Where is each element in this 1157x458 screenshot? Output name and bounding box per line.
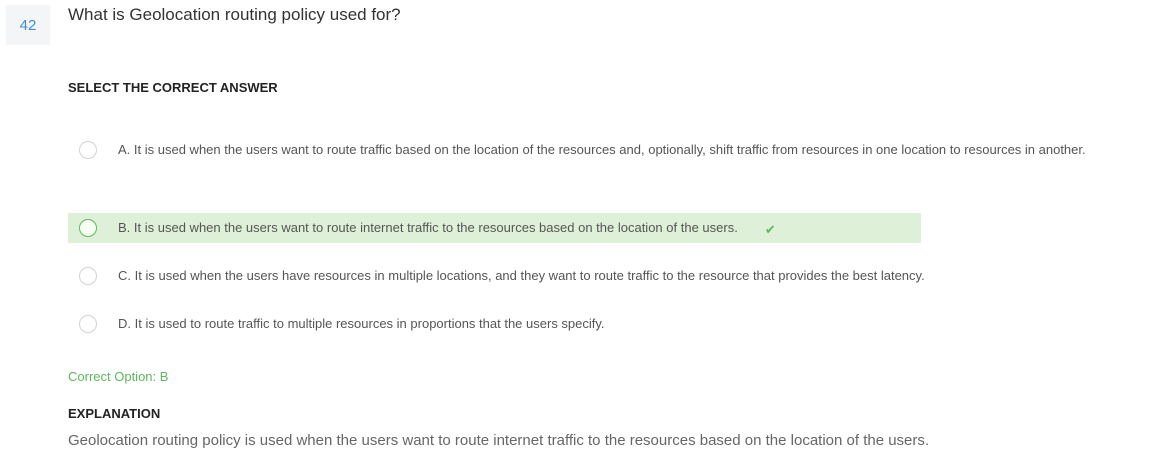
- explanation-title: EXPLANATION: [68, 406, 161, 421]
- option-letter: C.: [118, 268, 131, 283]
- option-letter: D.: [118, 316, 131, 331]
- select-answer-label: SELECT THE CORRECT ANSWER: [68, 80, 278, 95]
- option-text: It is used when the users want to route …: [133, 220, 738, 235]
- option-a[interactable]: A. It is used when the users want to rou…: [68, 135, 1138, 165]
- option-label: B. It is used when the users want to rou…: [118, 213, 738, 243]
- check-icon: ✔: [764, 222, 776, 237]
- option-letter: A.: [118, 142, 131, 157]
- radio-button[interactable]: [79, 141, 97, 159]
- correct-option-text: Correct Option: B: [68, 369, 169, 384]
- explanation-text: Geolocation routing policy is used when …: [68, 432, 930, 449]
- radio-button[interactable]: [79, 219, 97, 237]
- option-c[interactable]: C. It is used when the users have resour…: [68, 261, 925, 291]
- option-letter: B.: [118, 220, 131, 235]
- option-text: It is used when the users want to route …: [133, 142, 1086, 157]
- option-label: C. It is used when the users have resour…: [118, 261, 925, 291]
- option-text: It is used to route traffic to multiple …: [134, 316, 605, 331]
- question-number: 42: [6, 5, 50, 45]
- option-d[interactable]: D. It is used to route traffic to multip…: [68, 309, 605, 339]
- radio-button[interactable]: [79, 315, 97, 333]
- option-text: It is used when the users have resources…: [134, 268, 925, 283]
- question-text: What is Geolocation routing policy used …: [68, 5, 401, 24]
- option-label: D. It is used to route traffic to multip…: [118, 309, 605, 339]
- radio-button[interactable]: [79, 267, 97, 285]
- option-label: A. It is used when the users want to rou…: [118, 135, 1138, 165]
- option-b[interactable]: B. It is used when the users want to rou…: [68, 213, 921, 243]
